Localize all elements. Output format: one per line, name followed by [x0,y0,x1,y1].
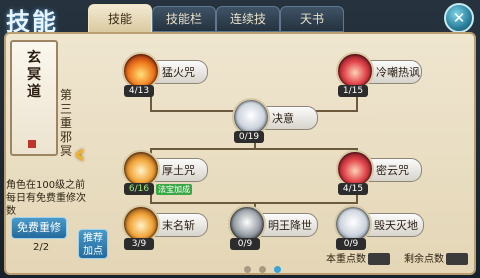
close-icon[interactable]: ✕ [444,3,474,33]
skill-level: 6/16 [124,183,154,195]
prev-tier-arrow-icon[interactable]: ‹ [74,137,86,170]
skill-level: 0/9 [230,238,260,250]
skill-level: 1/15 [338,85,368,97]
seal-icon [28,140,36,148]
school-scroll: 玄冥道 [10,40,58,156]
remaining-points-label: 剩余点数 [404,254,444,265]
tab-skills[interactable]: 技能 [88,4,152,34]
tab-combo[interactable]: 连续技 [216,6,280,32]
tier-page-indicator: 2/2 [33,242,50,253]
skill-name: 决意 [272,112,294,125]
skill-node[interactable]: 末名斩 3/9 [122,205,208,253]
skill-name: 密云咒 [376,164,409,177]
remaining-points-box [446,253,468,265]
page-dots [244,258,289,277]
skill-level: 0/9 [336,238,366,250]
tab-skill-bar[interactable]: 技能栏 [152,6,216,32]
skills-window: 技能 技能 技能栏 连续技 天书 ✕ 玄冥道 第三重邪冥 ‹ 角色在100级之前… [0,0,480,278]
skill-level: 3/9 [124,238,154,250]
skill-name: 毁天灭地 [374,219,418,232]
reset-description: 角色在100级之前每日有免费重修次数 [6,180,86,217]
recommend-points-button[interactable]: 推荐加点 [78,229,108,259]
skill-node[interactable]: 冷嘲热讽 1/15 [336,52,422,100]
skill-name: 明王降世 [268,219,312,232]
tier-points-box [368,253,390,265]
artifact-bonus-badge: 法宝加成 [156,184,192,195]
school-name: 玄冥道 [27,50,41,100]
skill-level: 4/15 [338,183,368,195]
tier-title: 第三重邪冥 [59,88,72,158]
page-dot[interactable] [259,266,266,273]
tier-points-label: 本重点数 [326,254,366,265]
remaining-points: 剩余点数 [404,250,468,265]
skill-name: 厚土咒 [162,164,195,177]
tier-points: 本重点数 [326,250,390,265]
skill-node[interactable]: 猛火咒 4/13 [122,52,208,100]
skill-node[interactable]: 密云咒 4/15 [336,150,422,198]
tab-heavenly-book[interactable]: 天书 [280,6,344,32]
skill-level: 0/19 [234,131,264,143]
skill-level: 4/13 [124,85,154,97]
skill-name: 冷嘲热讽 [376,66,420,79]
free-reset-button[interactable]: 免费重修 [11,217,67,239]
page-dot-active[interactable] [274,266,281,273]
skill-name: 猛火咒 [162,66,195,79]
skill-node[interactable]: 厚土咒 6/16 法宝加成 [122,150,208,198]
skill-name: 末名斩 [162,219,195,232]
skill-node[interactable]: 明王降世 0/9 [228,205,318,253]
skill-node[interactable]: 毁天灭地 0/9 [334,205,424,253]
page-dot[interactable] [244,266,251,273]
skill-node[interactable]: 决意 0/19 [232,98,318,146]
